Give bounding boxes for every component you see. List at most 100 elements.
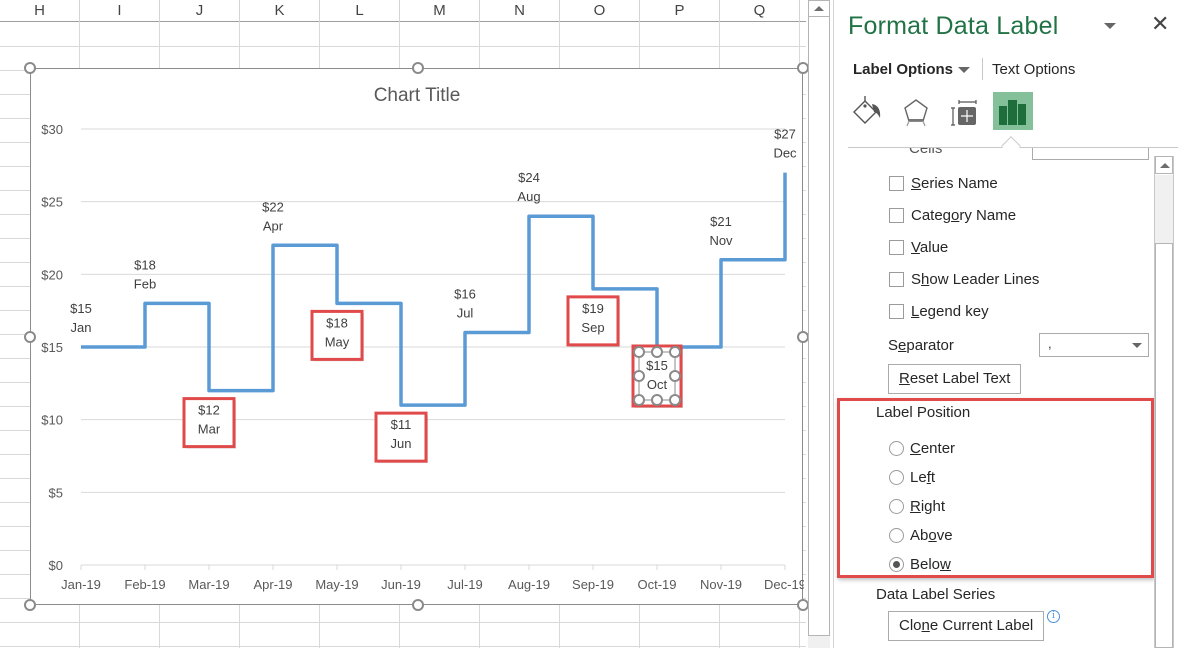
separator-dropdown[interactable]: , [1039, 333, 1149, 357]
column-header-n[interactable]: N [480, 0, 560, 22]
label-resize-handle[interactable] [669, 370, 681, 382]
label-resize-handle[interactable] [669, 346, 681, 358]
radio-label: Right [910, 497, 946, 515]
checkbox-category-name[interactable]: Category Name [889, 205, 1016, 225]
pane-vertical-scrollbar[interactable] [1154, 156, 1174, 648]
column-header-h[interactable]: H [0, 0, 80, 22]
effects-pentagon-icon[interactable] [896, 92, 936, 130]
scroll-up-button[interactable] [1155, 156, 1173, 174]
radio-button[interactable] [889, 556, 904, 572]
checkbox-value[interactable]: Value [889, 237, 948, 257]
checkbox-label: Show Leader Lines [911, 270, 1040, 288]
tab-text-options[interactable]: Text Options [992, 61, 1075, 78]
label-resize-handle[interactable] [651, 346, 663, 358]
label-resize-handle[interactable] [651, 394, 663, 406]
label-resize-handle[interactable] [669, 394, 681, 406]
column-header-j[interactable]: J [160, 0, 240, 22]
radio-button[interactable] [889, 469, 904, 485]
resize-handle-bottom[interactable] [412, 599, 424, 611]
data-label-sep[interactable]: $19 Sep [566, 295, 620, 347]
column-header-i[interactable]: I [80, 0, 160, 22]
radio-button[interactable] [889, 527, 904, 543]
data-label-aug[interactable]: $24 Aug [517, 170, 540, 204]
cells-range-field[interactable] [1032, 148, 1149, 160]
data-label-value: $27 [774, 127, 796, 142]
info-icon[interactable]: i [1047, 610, 1060, 623]
checkbox-box[interactable] [889, 271, 904, 287]
checkbox-legend-key[interactable]: Legend key [889, 301, 989, 321]
checkbox-box[interactable] [889, 175, 904, 191]
data-label-jul[interactable]: $16 Jul [454, 286, 476, 320]
fill-line-icon[interactable] [848, 92, 888, 130]
chevron-down-icon[interactable] [958, 67, 970, 73]
data-label-may[interactable]: $18 May [310, 309, 364, 362]
radio-center[interactable]: Center [889, 438, 955, 458]
column-header-m[interactable]: M [400, 0, 480, 22]
label-resize-handle[interactable] [633, 370, 645, 382]
column-header-o[interactable]: O [560, 0, 640, 22]
caret-up-icon [814, 6, 824, 11]
radio-label: Above [910, 526, 953, 544]
chart-title[interactable]: Chart Title [374, 85, 461, 106]
radio-above[interactable]: Above [889, 525, 953, 545]
resize-handle-top[interactable] [412, 62, 424, 74]
checkbox-box[interactable] [889, 303, 904, 319]
data-label-value: $12 [198, 403, 220, 418]
column-header-p[interactable]: P [640, 0, 720, 22]
resize-handle-top-left[interactable] [24, 62, 36, 74]
label-options-bar-chart-icon[interactable] [993, 92, 1033, 130]
x-tick-label: Jul-19 [447, 577, 482, 592]
resize-handle-bottom-left[interactable] [24, 599, 36, 611]
data-label-apr[interactable]: $22 Apr [262, 199, 284, 233]
resize-handle-left[interactable] [24, 331, 36, 343]
radio-below[interactable]: Below [889, 554, 951, 574]
x-tick-label: Dec-19 [764, 577, 804, 592]
data-label-value: $16 [454, 286, 476, 301]
clone-current-label-button[interactable]: Clone Current Label [888, 611, 1045, 641]
label-resize-handle[interactable] [633, 346, 645, 358]
checkbox-show-leader-lines[interactable]: Show Leader Lines [889, 269, 1039, 289]
scrollbar-thumb[interactable] [1155, 243, 1173, 648]
data-label-mar[interactable]: $12 Mar [182, 397, 236, 449]
column-header-k[interactable]: K [240, 0, 320, 22]
checkbox-label: Legend key [911, 302, 989, 320]
chart-object[interactable]: $0 $5 $10 $15 $20 $25 $30 Jan-19 Feb-19 Mar-19 Ap… [30, 68, 804, 605]
scrollbar-track[interactable] [808, 636, 830, 648]
scrollbar-track[interactable] [1155, 175, 1173, 243]
data-label-category: Dec [773, 146, 797, 161]
scroll-up-button[interactable] [809, 1, 829, 17]
checkbox-label: Value [911, 238, 949, 256]
separator-value: , [1048, 336, 1052, 351]
radio-left[interactable]: Left [889, 467, 935, 487]
x-tick-label: Apr-19 [253, 577, 292, 592]
data-label-jan[interactable]: $15 Jan [70, 301, 92, 335]
data-label-value: $15 [70, 301, 92, 316]
data-label-dec[interactable]: $27 Dec [773, 127, 797, 161]
column-header-l[interactable]: L [320, 0, 400, 22]
data-label-category: May [325, 334, 350, 349]
pane-options-dropdown-icon[interactable] [1104, 23, 1116, 29]
y-tick-label: $30 [41, 122, 63, 137]
data-label-jun[interactable]: $11 Jun [374, 411, 428, 464]
checkbox-box[interactable] [889, 239, 904, 255]
radio-button[interactable] [889, 440, 904, 456]
data-label-nov[interactable]: $21 Nov [709, 214, 733, 248]
x-tick-label: Oct-19 [637, 577, 676, 592]
reset-label-text-button[interactable]: Reset Label Text [888, 364, 1022, 394]
radio-button[interactable] [889, 498, 904, 514]
data-label-oct[interactable]: $15 Oct [631, 344, 683, 408]
value-from-cells-label-partial: Cells [909, 148, 943, 157]
size-properties-icon[interactable] [944, 92, 984, 130]
column-header-q[interactable]: Q [720, 0, 800, 22]
x-tick-label: Aug-19 [508, 577, 550, 592]
checkbox-box[interactable] [889, 207, 904, 223]
label-resize-handle[interactable] [633, 394, 645, 406]
data-label-category: Mar [198, 422, 221, 437]
label-position-heading: Label Position [876, 404, 971, 421]
close-icon[interactable]: ✕ [1151, 12, 1169, 36]
sheet-vertical-scrollbar[interactable] [808, 0, 830, 636]
y-tick-label: $5 [49, 485, 63, 500]
checkbox-series-name[interactable]: Series Name [889, 173, 998, 193]
radio-right[interactable]: Right [889, 496, 945, 516]
tab-label-options[interactable]: Label Options [853, 61, 953, 78]
